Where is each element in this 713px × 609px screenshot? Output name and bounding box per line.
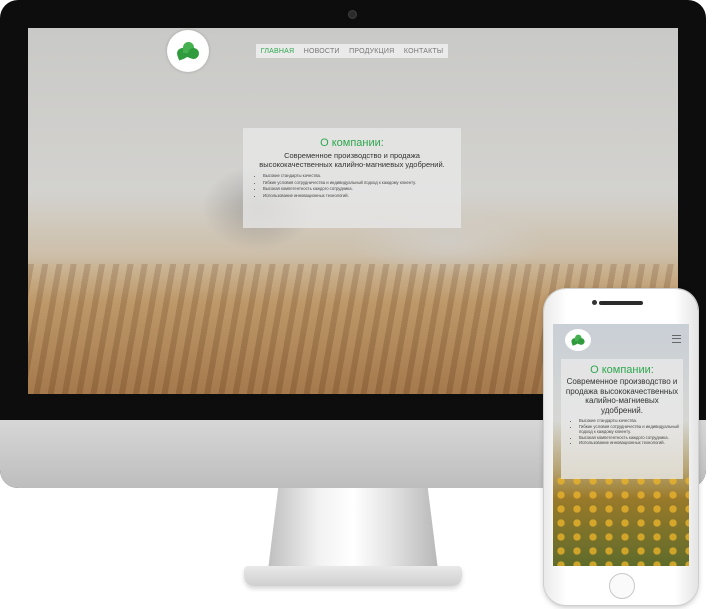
earpiece-speaker (599, 301, 643, 305)
leaf-logo-icon (570, 334, 586, 346)
nav-item-home[interactable]: ГЛАВНАЯ (261, 48, 295, 55)
mobile-about-description: Современное производство и продажа высок… (565, 377, 679, 415)
hamburger-menu-icon[interactable] (672, 335, 681, 343)
monitor-stand-base (244, 566, 462, 586)
mobile-phone: О компании: Современное производство и п… (544, 289, 698, 605)
nav-item-news[interactable]: НОВОСТИ (304, 48, 340, 55)
about-title: О компании: (320, 137, 384, 149)
mobile-about-card: О компании: Современное производство и п… (561, 359, 683, 479)
about-bullets: Высокие стандарты качества. Гибкие услов… (263, 173, 461, 199)
nav-item-products[interactable]: ПРОДУКЦИЯ (349, 48, 394, 55)
mobile-about-bullets: Высокие стандарты качества. Гибкие услов… (579, 418, 683, 446)
about-description: Современное производство и продажа высок… (259, 151, 445, 169)
top-navigation: ГЛАВНАЯ НОВОСТИ ПРОДУКЦИЯ КОНТАКТЫ (256, 44, 448, 58)
list-item: Гибкие условия сотрудничества и индивиду… (579, 424, 683, 435)
front-camera (592, 300, 597, 305)
mobile-about-title: О компании: (590, 364, 654, 376)
monitor-stand-neck (268, 488, 438, 570)
about-card: О компании: Современное производство и п… (243, 128, 461, 228)
mobile-screen: О компании: Современное производство и п… (553, 324, 689, 566)
list-item: Использование инновационных технологий. (263, 193, 461, 200)
list-item: Использование инновационных технологий. (579, 440, 683, 446)
leaf-logo-icon (175, 42, 201, 61)
nav-item-contacts[interactable]: КОНТАКТЫ (404, 48, 443, 55)
mobile-site-logo[interactable] (565, 329, 591, 351)
home-button[interactable] (609, 573, 635, 599)
site-logo[interactable] (167, 30, 209, 72)
webcam (348, 10, 357, 19)
